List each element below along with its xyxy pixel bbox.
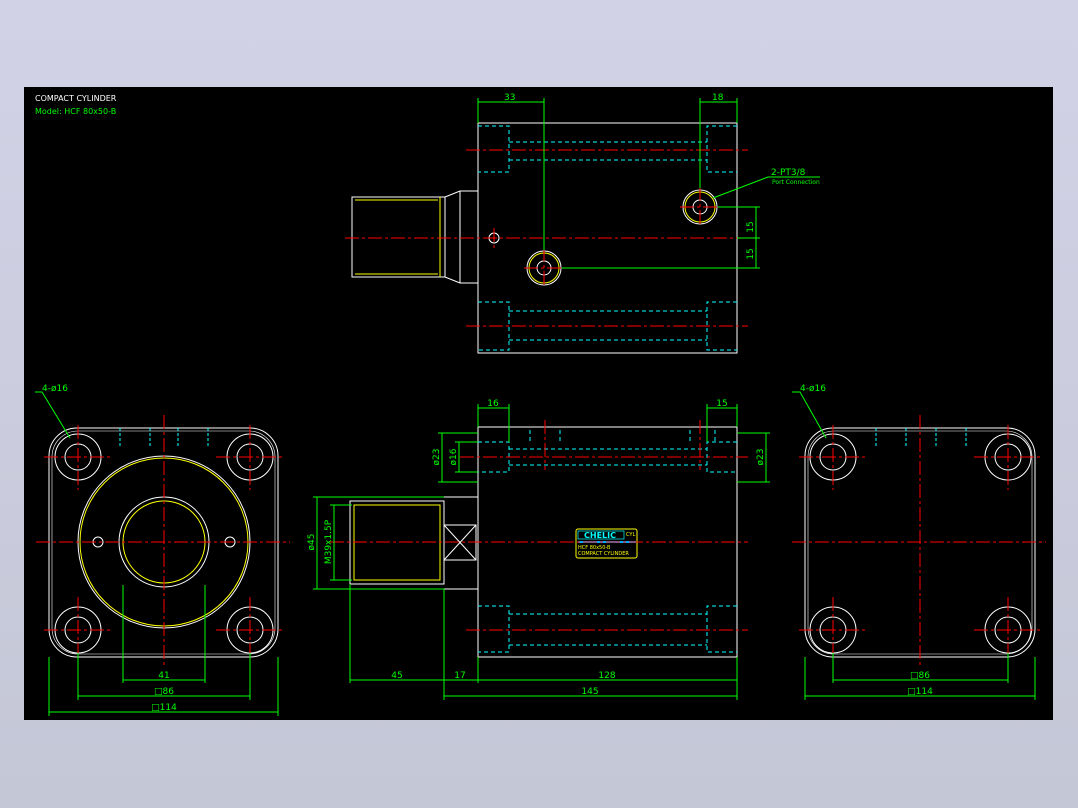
right-view: 4-ø16 □86 □114	[792, 384, 1046, 700]
left-dimensions	[35, 391, 279, 716]
dim-128: 128	[598, 671, 615, 681]
dim-45: 45	[391, 671, 402, 681]
plate-brand: CHELIC	[584, 531, 616, 540]
dim-phi16: ø16	[449, 448, 459, 465]
left-center-lines	[36, 415, 290, 668]
port-note: Port Connection	[772, 179, 820, 186]
cad-drawing: COMPACT CYLINDER Model: HCF 80x50-B 33 1…	[35, 93, 1046, 716]
dim-33: 33	[504, 93, 515, 103]
dim-phi23-right: ø23	[756, 449, 766, 466]
plate-name: COMPACT CYLINDER	[578, 551, 629, 557]
plate-mark: CYL	[626, 532, 635, 538]
front-view: CHELIC CYL HCF 80x50-B COMPACT CYLINDER	[307, 399, 770, 700]
left-view: 4-ø16 41 □86 □114	[35, 384, 290, 716]
drawing-title: COMPACT CYLINDER	[35, 94, 117, 103]
dim-17: 17	[454, 671, 465, 681]
dim-145: 145	[581, 687, 598, 697]
top-view: 33 18 2-PT3/8 Port Connection 15 15	[345, 93, 820, 354]
right-dim-114: □114	[907, 687, 933, 697]
name-plate: CHELIC CYL HCF 80x50-B COMPACT CYLINDER	[575, 528, 638, 559]
front-dim-left: 16	[487, 399, 499, 409]
right-holes-callout: 4-ø16	[800, 384, 826, 394]
port-callout: 2-PT3/8	[771, 168, 806, 178]
model-label: Model: HCF 80x50-B	[35, 107, 116, 116]
left-holes-callout: 4-ø16	[42, 384, 68, 394]
left-dim-114: □114	[151, 703, 177, 713]
front-center-lines	[330, 420, 748, 631]
top-center-lines	[345, 149, 748, 327]
right-dim-86: □86	[910, 671, 930, 681]
dim-phi45: ø45	[307, 534, 317, 551]
drawing-viewport[interactable]: COMPACT CYLINDER Model: HCF 80x50-B 33 1…	[24, 87, 1053, 720]
dim-phi23-left: ø23	[432, 449, 442, 466]
front-dimensions	[313, 404, 770, 700]
front-dim-right: 15	[716, 399, 727, 409]
left-dim-86: □86	[154, 687, 174, 697]
dim-15-upper: 15	[746, 221, 756, 232]
right-center-lines	[792, 415, 1046, 668]
dim-thread: M39x1.5P	[324, 519, 334, 564]
dim-18: 18	[712, 93, 724, 103]
dim-41: 41	[158, 671, 169, 681]
top-rod	[351, 196, 446, 278]
dim-15-lower: 15	[746, 248, 756, 259]
